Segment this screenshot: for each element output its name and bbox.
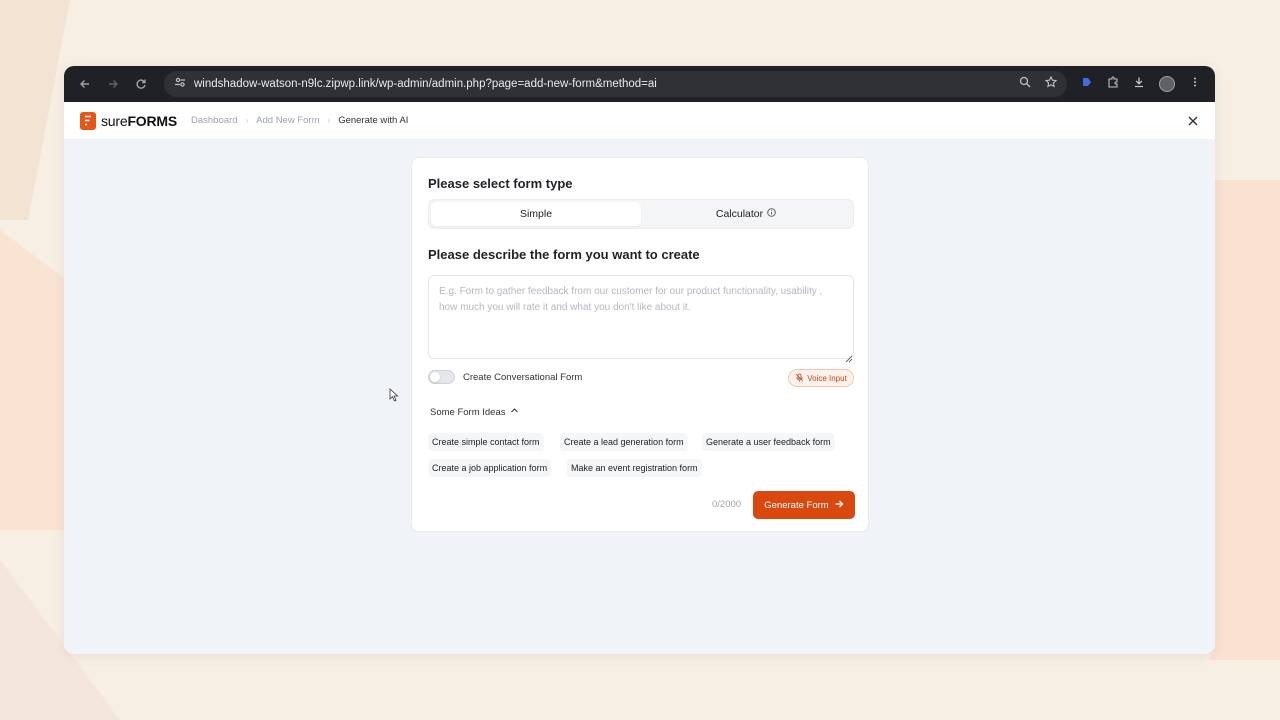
form-ideas-heading: Some Form Ideas	[430, 406, 506, 418]
form-description-input[interactable]	[428, 275, 854, 359]
zoom-icon[interactable]	[1019, 75, 1031, 93]
conversational-toggle[interactable]	[428, 370, 455, 384]
browser-window: windshadow-watson-n9lc.zipwp.link/wp-adm…	[64, 66, 1215, 654]
sureforms-logo[interactable]: sureFORMS	[80, 111, 177, 130]
arrow-right-icon	[834, 499, 844, 512]
app-header: sureFORMS Dashboard › Add New Form › Gen…	[64, 102, 1215, 140]
ai-form-card: Please select form type Simple Calculato…	[411, 157, 869, 532]
generate-form-button[interactable]: Generate Form	[753, 491, 855, 519]
voice-input-label: Voice Input	[807, 373, 847, 383]
generate-form-label: Generate Form	[764, 499, 829, 511]
form-type-simple[interactable]: Simple	[431, 202, 641, 226]
forward-icon[interactable]	[102, 73, 124, 95]
background-shape	[1210, 180, 1280, 660]
download-icon[interactable]	[1133, 75, 1145, 93]
breadcrumb-separator: ›	[245, 116, 249, 125]
form-idea-chip[interactable]: Make an event registration form	[567, 459, 702, 477]
describe-heading: Please describe the form you want to cre…	[428, 247, 700, 262]
url-text: windshadow-watson-n9lc.zipwp.link/wp-adm…	[194, 78, 657, 90]
form-type-calculator[interactable]: Calculator	[641, 202, 851, 226]
breadcrumb-generate-ai: Generate with AI	[338, 115, 409, 126]
conversational-label: Create Conversational Form	[463, 371, 583, 383]
form-idea-chip[interactable]: Generate a user feedback form	[702, 433, 835, 451]
back-icon[interactable]	[74, 73, 96, 95]
reload-icon[interactable]	[130, 73, 152, 95]
menu-icon[interactable]	[1189, 75, 1201, 93]
resize-handle-icon[interactable]	[845, 350, 853, 363]
form-idea-chip[interactable]: Create simple contact form	[428, 433, 544, 451]
breadcrumb-add-new-form[interactable]: Add New Form	[256, 115, 319, 126]
profile-avatar[interactable]	[1159, 76, 1175, 92]
puzzle-icon[interactable]	[1107, 75, 1119, 93]
logo-text: sureFORMS	[101, 112, 177, 129]
conversational-toggle-row: Create Conversational Form	[428, 370, 582, 384]
site-info-icon[interactable]	[174, 75, 186, 93]
mouse-pointer-icon	[389, 388, 399, 407]
form-type-heading: Please select form type	[428, 176, 573, 191]
breadcrumb-separator: ›	[327, 116, 331, 125]
background-shape	[0, 0, 70, 220]
info-icon	[767, 208, 776, 220]
address-bar[interactable]: windshadow-watson-n9lc.zipwp.link/wp-adm…	[164, 71, 1067, 97]
star-icon[interactable]	[1044, 75, 1058, 93]
toggle-knob	[430, 372, 440, 382]
voice-input-button[interactable]: Voice Input	[788, 369, 854, 387]
mic-off-icon	[795, 373, 804, 384]
logo-mark-icon	[80, 111, 96, 130]
form-ideas-toggle[interactable]: Some Form Ideas	[430, 406, 519, 418]
browser-toolbar: windshadow-watson-n9lc.zipwp.link/wp-adm…	[64, 66, 1215, 102]
form-type-simple-label: Simple	[519, 208, 553, 220]
form-type-calculator-label: Calculator	[715, 208, 764, 220]
main-canvas: Please select form type Simple Calculato…	[64, 140, 1215, 654]
chevron-up-icon	[510, 406, 519, 418]
extension-icon[interactable]	[1081, 75, 1093, 93]
form-type-selector: Simple Calculator	[428, 199, 854, 229]
close-icon[interactable]	[1185, 113, 1201, 129]
form-idea-chip[interactable]: Create a job application form	[428, 459, 552, 477]
breadcrumb-dashboard[interactable]: Dashboard	[191, 115, 237, 126]
character-counter: 0/2000	[712, 499, 742, 510]
form-idea-chip[interactable]: Create a lead generation form	[560, 433, 688, 451]
breadcrumb: Dashboard › Add New Form › Generate with…	[191, 115, 408, 126]
